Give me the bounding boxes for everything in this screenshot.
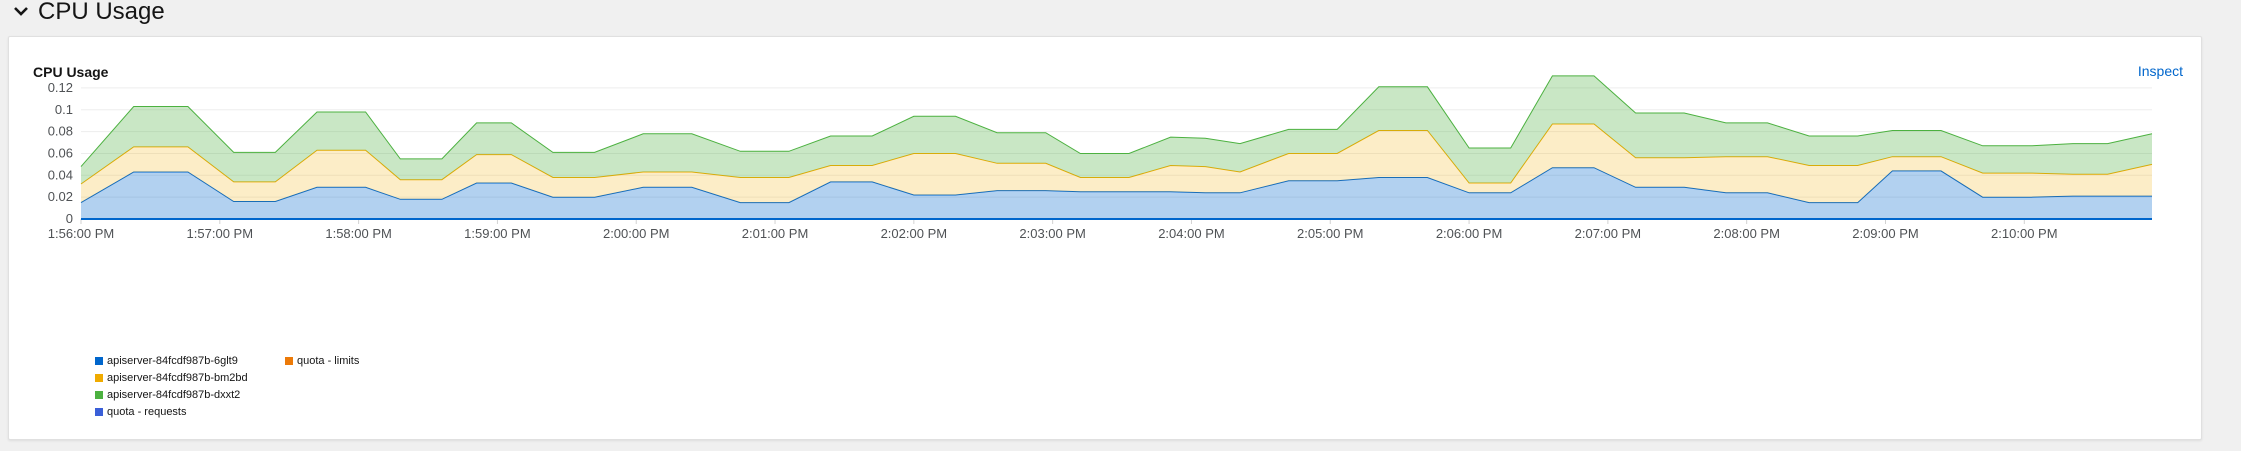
y-tick-label: 0.1 [55,102,73,117]
y-tick-label: 0.02 [48,189,73,204]
x-tick-label: 2:07:00 PM [1575,226,1642,241]
section-header: CPU Usage [12,0,165,24]
x-tick-label: 2:06:00 PM [1436,226,1503,241]
y-tick-label: 0.08 [48,124,73,139]
legend-item[interactable]: quota - requests [95,406,285,418]
x-tick-label: 2:05:00 PM [1297,226,1364,241]
section-title: CPU Usage [38,0,165,25]
legend-spacer [285,372,405,384]
x-tick-label: 2:08:00 PM [1713,226,1780,241]
legend-spacer [285,389,405,401]
chart-legend: apiserver-84fcdf987b-6glt9 quota - limits… [95,355,405,418]
y-tick-label: 0.06 [48,145,73,160]
x-tick-label: 2:02:00 PM [881,226,948,241]
legend-swatch [285,357,293,365]
cpu-usage-chart: 0 0.02 0.04 0.06 0.08 0.1 0.12 1:56:00 PM 1:57:0… [48,75,2153,241]
y-tick-label: 0 [66,211,73,226]
legend-item[interactable]: apiserver-84fcdf987b-dxxt2 [95,389,285,401]
legend-label: apiserver-84fcdf987b-6glt9 [107,355,238,367]
x-tick-label: 2:03:00 PM [1019,226,1086,241]
chart-card: CPU Usage Inspect 0 0.02 0.04 0.06 0.08 0.1 0.… [8,36,2202,440]
x-tick-label: 1:59:00 PM [464,226,531,241]
legend-swatch [95,357,103,365]
legend-label: quota - requests [107,406,187,418]
legend-label: quota - limits [297,355,360,367]
x-tick-label: 2:04:00 PM [1158,226,1225,241]
legend-swatch [95,374,103,382]
legend-swatch [95,391,103,399]
legend-swatch [95,408,103,416]
x-tick-label: 2:09:00 PM [1852,226,1919,241]
x-tick-label: 1:58:00 PM [325,226,392,241]
legend-label: apiserver-84fcdf987b-bm2bd [107,372,248,384]
x-tick-label: 1:56:00 PM [48,226,115,241]
y-tick-label: 0.12 [48,80,73,95]
x-tick-label: 2:10:00 PM [1991,226,2058,241]
x-tick-label: 2:01:00 PM [742,226,809,241]
legend-item[interactable]: quota - limits [285,355,405,367]
x-tick-label: 2:00:00 PM [603,226,670,241]
x-tick-label: 1:57:00 PM [187,226,254,241]
chevron-down-icon[interactable] [12,3,30,21]
legend-item[interactable]: apiserver-84fcdf987b-6glt9 [95,355,285,367]
legend-label: apiserver-84fcdf987b-dxxt2 [107,389,241,401]
legend-item[interactable]: apiserver-84fcdf987b-bm2bd [95,372,285,384]
y-tick-label: 0.04 [48,167,73,182]
